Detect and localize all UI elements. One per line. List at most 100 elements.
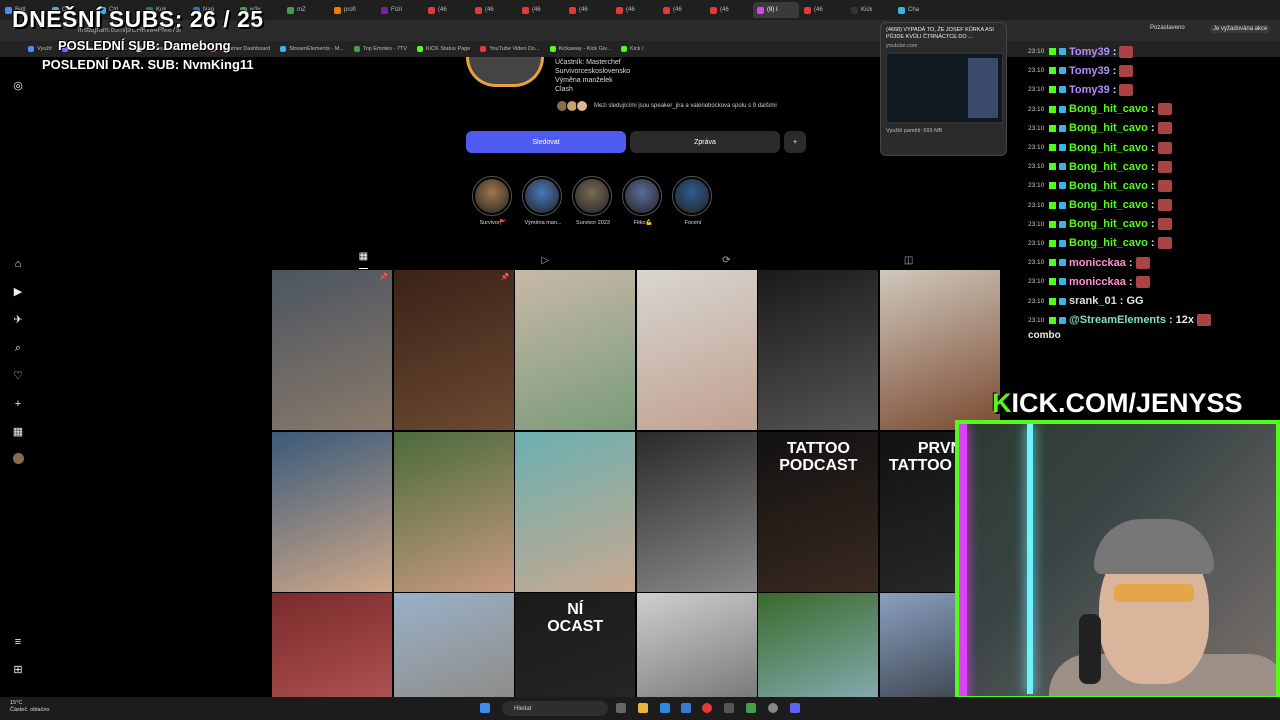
post-thumbnail[interactable]: TATTOO PODCAST xyxy=(758,431,879,592)
chat-timestamp: 23:10 xyxy=(1028,316,1045,324)
task-view-icon[interactable] xyxy=(616,703,626,713)
reels-nav-icon[interactable]: ▶ xyxy=(11,285,25,299)
post-thumbnail[interactable] xyxy=(393,593,514,697)
follow-button[interactable]: Sledovat xyxy=(466,131,626,153)
bookmark-item[interactable]: Využit xyxy=(28,46,52,52)
post-thumbnail[interactable] xyxy=(758,270,879,430)
post-thumbnail[interactable] xyxy=(393,431,514,592)
highlight-image xyxy=(475,179,509,213)
story-highlight[interactable]: Fitko💪 xyxy=(622,176,664,226)
post-thumbnail[interactable]: 📌 xyxy=(272,270,392,430)
chat-username[interactable]: Tomy39 xyxy=(1069,84,1110,96)
notifications-heart-icon[interactable]: ♡ xyxy=(11,369,25,383)
insights-icon[interactable]: ▦ xyxy=(11,425,25,439)
post-thumbnail[interactable]: 📌 xyxy=(393,270,514,430)
post-thumbnail[interactable] xyxy=(515,270,636,430)
file-explorer-icon[interactable] xyxy=(638,703,648,713)
bookmark-label: StreamElements - M... xyxy=(289,46,344,52)
chrome-icon[interactable] xyxy=(702,703,712,713)
home-icon[interactable]: ⌂ xyxy=(11,257,25,271)
grid-icon[interactable]: ▦ xyxy=(358,251,369,269)
browser-tab[interactable]: Cha xyxy=(894,2,940,18)
add-person-button[interactable]: + xyxy=(784,131,806,153)
create-plus-icon[interactable]: + xyxy=(11,397,25,411)
post-thumbnail[interactable] xyxy=(515,431,636,592)
browser-tab[interactable]: mZ xyxy=(283,2,329,18)
messages-icon[interactable]: ✈ xyxy=(11,313,25,327)
post-thumbnail[interactable] xyxy=(636,593,757,697)
post-thumbnail[interactable]: NÍ OCAST xyxy=(515,593,636,697)
app-icon[interactable] xyxy=(746,703,756,713)
browser-tab[interactable]: (46 xyxy=(424,2,470,18)
store-icon[interactable] xyxy=(681,703,691,713)
message-button[interactable]: Zpráva xyxy=(630,131,780,153)
browser-tab[interactable]: Kick xyxy=(847,2,893,18)
browser-tab[interactable]: (46 xyxy=(800,2,846,18)
tagged-icon[interactable]: ◫ xyxy=(904,255,913,266)
taskbar-search[interactable]: Hledat xyxy=(502,701,608,716)
obs-icon[interactable] xyxy=(768,703,778,713)
chat-username[interactable]: monicckaa xyxy=(1069,257,1126,269)
chat-username[interactable]: Tomy39 xyxy=(1069,46,1110,58)
bookmark-item[interactable]: YouTube Video Do... xyxy=(480,46,540,52)
bookmark-item[interactable]: KICK Status Page xyxy=(416,46,470,52)
chat-username[interactable]: Bong_hit_cavo xyxy=(1069,161,1148,173)
browser-tab[interactable]: (46 xyxy=(518,2,564,18)
search-icon[interactable]: ⌕ xyxy=(11,341,25,355)
post-thumbnail[interactable] xyxy=(879,270,1000,430)
post-thumbnail[interactable] xyxy=(272,593,392,697)
app-icon[interactable] xyxy=(724,703,734,713)
chat-message: 23:10 Bong_hit_cavo: xyxy=(1028,196,1280,215)
post-thumbnail[interactable] xyxy=(758,593,879,697)
update-chip[interactable]: Je vyžadována akce xyxy=(1210,25,1271,33)
chat-username[interactable]: @StreamElements xyxy=(1069,314,1166,326)
chat-username[interactable]: Bong_hit_cavo xyxy=(1069,237,1148,249)
chat-username[interactable]: Bong_hit_cavo xyxy=(1069,199,1148,211)
chat-username[interactable]: Bong_hit_cavo xyxy=(1069,122,1148,134)
mutual-followers[interactable]: Mezi sledujícími jsou speaker_jira a val… xyxy=(556,100,796,112)
bookmark-item[interactable]: Kick / xyxy=(621,46,644,52)
chat-username[interactable]: Bong_hit_cavo xyxy=(1069,103,1148,115)
browser-tab[interactable]: (46 xyxy=(659,2,705,18)
story-highlight[interactable]: Focení xyxy=(672,176,714,226)
story-highlight[interactable]: Výměna man... xyxy=(522,176,564,226)
chat-username[interactable]: Tomy39 xyxy=(1069,65,1110,77)
browser-tab[interactable]: (46 xyxy=(612,2,658,18)
story-highlight[interactable]: Survivor🚩 xyxy=(472,176,514,226)
post-thumbnail[interactable] xyxy=(272,431,392,592)
instagram-logo-icon[interactable]: ◎ xyxy=(11,79,25,93)
profile-avatar-icon[interactable] xyxy=(11,453,25,467)
weather-widget[interactable]: 15°C Částeč. oblačno xyxy=(10,700,49,714)
threads-icon[interactable]: ⊞ xyxy=(11,663,25,677)
chat-username[interactable]: Bong_hit_cavo xyxy=(1069,142,1148,154)
highlight-label: Survivor🚩 xyxy=(479,220,507,226)
chat-username[interactable]: srank_01 xyxy=(1069,295,1117,307)
bookmark-item[interactable]: Kickaway - Kick Giv... xyxy=(549,46,611,52)
tab-favicon-icon xyxy=(5,6,12,14)
browser-tab[interactable]: FiziI xyxy=(377,2,423,18)
discord-icon[interactable] xyxy=(790,703,800,713)
browser-tab[interactable]: (8) I xyxy=(753,2,799,18)
browser-tab[interactable]: (46 xyxy=(706,2,752,18)
edge-icon[interactable] xyxy=(660,703,670,713)
bookmark-item[interactable]: StreamElements - M... xyxy=(280,46,344,52)
kick-badge-icon xyxy=(1049,48,1056,56)
bookmark-icon xyxy=(28,46,34,52)
start-icon[interactable] xyxy=(480,703,490,713)
browser-tab[interactable]: (46 xyxy=(565,2,611,18)
profile-chip[interactable]: Pozastaveno xyxy=(1150,25,1185,31)
bookmark-item[interactable]: Top Emotes - 7TV xyxy=(353,46,407,52)
post-thumbnail[interactable] xyxy=(636,270,757,430)
browser-tab[interactable]: profi xyxy=(330,2,376,18)
chat-username[interactable]: Bong_hit_cavo xyxy=(1069,218,1148,230)
post-thumbnail[interactable] xyxy=(636,431,757,592)
highlight-image xyxy=(525,179,559,213)
story-highlight[interactable]: Survivor 2023 xyxy=(572,176,614,226)
chat-username[interactable]: monicckaa xyxy=(1069,276,1126,288)
reels-icon[interactable]: ▷ xyxy=(541,255,549,266)
repost-icon[interactable]: ⟳ xyxy=(722,255,730,266)
browser-tab[interactable]: (46 xyxy=(471,2,517,18)
more-menu-icon[interactable]: ≡ xyxy=(11,635,25,649)
chat-message: 23:10 Bong_hit_cavo: xyxy=(1028,234,1280,253)
chat-username[interactable]: Bong_hit_cavo xyxy=(1069,180,1148,192)
